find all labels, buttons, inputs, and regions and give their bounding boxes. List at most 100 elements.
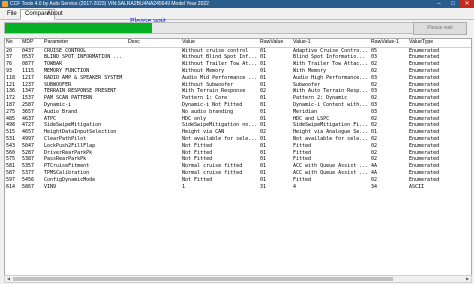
cell-desc [128, 95, 178, 102]
cell-mdp: 4997 [22, 135, 35, 142]
cell-value: Without Blind Spot Inf... [182, 54, 258, 61]
table-row[interactable]: 515 4657 HeightDataInputSelection Height vi… [5, 129, 471, 136]
cell-parameter: CRUISE CONTROL [44, 47, 87, 54]
cell-desc [128, 184, 178, 191]
table-row[interactable]: 581 5357 PTCruiseFitment Normal cruise fitt… [5, 163, 471, 170]
scroll-left-icon[interactable]: ◀ [5, 276, 12, 282]
tab-about[interactable]: About [42, 9, 68, 20]
cell-parameter: TERRAIN RESPONSE PRESENT [44, 88, 117, 95]
table-row[interactable]: 187 2587 Dynamic-i Dynamic-i Not Fitted 01 Dy… [5, 102, 471, 109]
cell-value-1: Height via Analogue Se... [293, 129, 369, 136]
table-row[interactable]: 614 5867 VIN9 1 31 4 34 ASCII [5, 184, 471, 191]
cell-rawvalue-1: 02 [371, 135, 378, 142]
table-row[interactable]: 93 1115 MEMORY FUNCTION Without Memory 01 Wit… [5, 68, 471, 75]
cell-value-1: HDC and LSPC [293, 115, 330, 122]
cell-no: 93 [6, 67, 13, 74]
table-row[interactable]: 587 5377 TPMSCalibration Normal cruise fitt… [5, 170, 471, 177]
table-row[interactable]: 531 4997 ClearPathPilot Not available for s… [5, 136, 471, 143]
close-icon[interactable]: ✕ [460, 0, 474, 8]
cell-mdp: 5867 [22, 183, 35, 190]
cell-rawvalue-1: 03 [371, 74, 378, 81]
column-header-no[interactable]: No [6, 39, 21, 47]
cell-mdp: 5377 [22, 169, 35, 176]
cell-parameter: PTCruiseFitment [44, 163, 90, 170]
cell-mdp: 5387 [22, 156, 35, 163]
cell-value: With Terrain Response [182, 88, 246, 95]
cell-no: 275 [6, 108, 16, 115]
cell-rawvalue-1: 03 [371, 54, 378, 61]
table-row[interactable]: 575 5387 PassRearParkPk Not Fitted 01 Fitted 0… [5, 156, 471, 163]
cell-no: 581 [6, 163, 16, 170]
column-header-mdp[interactable]: MDP [22, 39, 43, 47]
cell-value-1: Dynamic-i Content with... [293, 101, 369, 108]
column-header-value-1[interactable]: Value-1 [293, 39, 369, 47]
cell-rawvalue: 01 [260, 122, 267, 129]
column-header-rawvalue[interactable]: RawValue [260, 39, 291, 47]
column-header-rawvalue-1[interactable]: RawValue-1 [371, 39, 407, 47]
cell-no: 498 [6, 122, 16, 129]
table-row[interactable]: 136 1347 TERRAIN RESPONSE PRESENT With Terr… [5, 88, 471, 95]
cell-value-1: Audio High Performance... [293, 74, 369, 81]
table-row[interactable]: 76 0877 TOWBAR Without Trailer Tow At... 01 W… [5, 61, 471, 68]
cell-parameter: MEMORY FUNCTION [44, 67, 90, 74]
cell-no: 575 [6, 156, 16, 163]
cell-value: SideSwipeMitigation no... [182, 122, 258, 129]
cell-desc [128, 68, 178, 75]
cell-no: 515 [6, 129, 16, 136]
cell-value: Without Subwoofer [182, 81, 234, 88]
table-row[interactable]: 121 1237 SUBWOOFER Without Subwoofer 01 Subwo… [5, 82, 471, 89]
parameter-table[interactable]: No MDP Parameter Desc Value RawValue Value-1 Ra… [4, 38, 472, 276]
cell-no: 121 [6, 81, 16, 88]
column-header-parameter[interactable]: Parameter [44, 39, 128, 47]
cell-desc [128, 109, 178, 116]
cell-desc [128, 177, 178, 184]
cell-desc [128, 102, 178, 109]
cell-valuetype: Enumerated [409, 156, 440, 163]
cell-parameter: DriverRearParkPk [44, 149, 93, 156]
table-row[interactable]: 20 0437 CRUISE CONTROL Without cruise contr… [5, 48, 471, 55]
table-row[interactable]: 275 3657 Audio Brand No audio branding 01 Mer… [5, 109, 471, 116]
cell-parameter: ConfigDynamicMode [44, 176, 96, 183]
cell-valuetype: Enumerated [409, 61, 440, 68]
minimize-icon[interactable]: – [432, 0, 446, 8]
table-row[interactable]: 560 5287 DriverRearParkPk Not Fitted 01 Fitte… [5, 150, 471, 157]
table-row[interactable]: 118 1217 RADIO AMP & SPEAKER SYSTEM Audio M… [5, 75, 471, 82]
cell-parameter: TOWBAR [44, 61, 63, 68]
cell-rawvalue-1: 03 [371, 101, 378, 108]
cell-valuetype: Enumerated [409, 108, 440, 115]
cell-value-1: 4 [293, 183, 297, 190]
scroll-right-icon[interactable]: ▶ [464, 276, 471, 282]
cell-value: Without Trailer Tow At... [182, 61, 258, 68]
column-header-valuetype[interactable]: ValueType [409, 39, 469, 47]
column-header-desc[interactable]: Desc [128, 39, 178, 47]
cell-rawvalue: 01 [260, 149, 267, 156]
cell-rawvalue-1: 02 [371, 61, 378, 68]
table-row[interactable]: 485 4637 ATPC HDC only 01 HDC and LSPC 02 Enume… [5, 116, 471, 123]
table-row[interactable]: 37 0537 BLIND SPOT INFORMATION ... Without … [5, 54, 471, 61]
tab-file[interactable]: File [2, 9, 22, 20]
cell-value-1: Fitted [293, 176, 312, 183]
cell-rawvalue: 31 [260, 183, 267, 190]
table-row[interactable]: 543 5047 LockPush2FillFlap Not Fitted 01 Fitt… [5, 143, 471, 150]
cell-value-1: Fitted [293, 149, 312, 156]
progress-bar [4, 22, 452, 34]
table-row[interactable]: 498 4727 SideSwipeMitigation SideSwipeMitig… [5, 122, 471, 129]
scrollbar-thumb[interactable] [13, 277, 393, 281]
cell-mdp: 4657 [22, 129, 35, 136]
cell-parameter: TPMSCalibration [44, 169, 90, 176]
table-row[interactable]: 597 5456 ConfigDynamicMode Not Fitted 01 Fitt… [5, 177, 471, 184]
cell-no: 172 [6, 95, 16, 102]
cell-rawvalue-1: 02 [371, 115, 378, 122]
cell-parameter: PassRearParkPk [44, 156, 87, 163]
horizontal-scrollbar[interactable]: ◀ ▶ [4, 275, 472, 283]
please-wait-button[interactable]: Please wait [413, 22, 467, 35]
table-row[interactable]: 172 1537 PAM SCAN PATTERN Pattern 1: Core 01… [5, 95, 471, 102]
maximize-icon[interactable]: □ [446, 0, 460, 8]
cell-value: 1 [182, 183, 186, 190]
cell-value: No audio branding [182, 108, 234, 115]
column-header-value[interactable]: Value [182, 39, 258, 47]
cell-mdp: 1115 [22, 67, 35, 74]
cell-rawvalue: 01 [260, 67, 267, 74]
cell-valuetype: Enumerated [409, 67, 440, 74]
window-controls: – □ ✕ [432, 0, 474, 8]
